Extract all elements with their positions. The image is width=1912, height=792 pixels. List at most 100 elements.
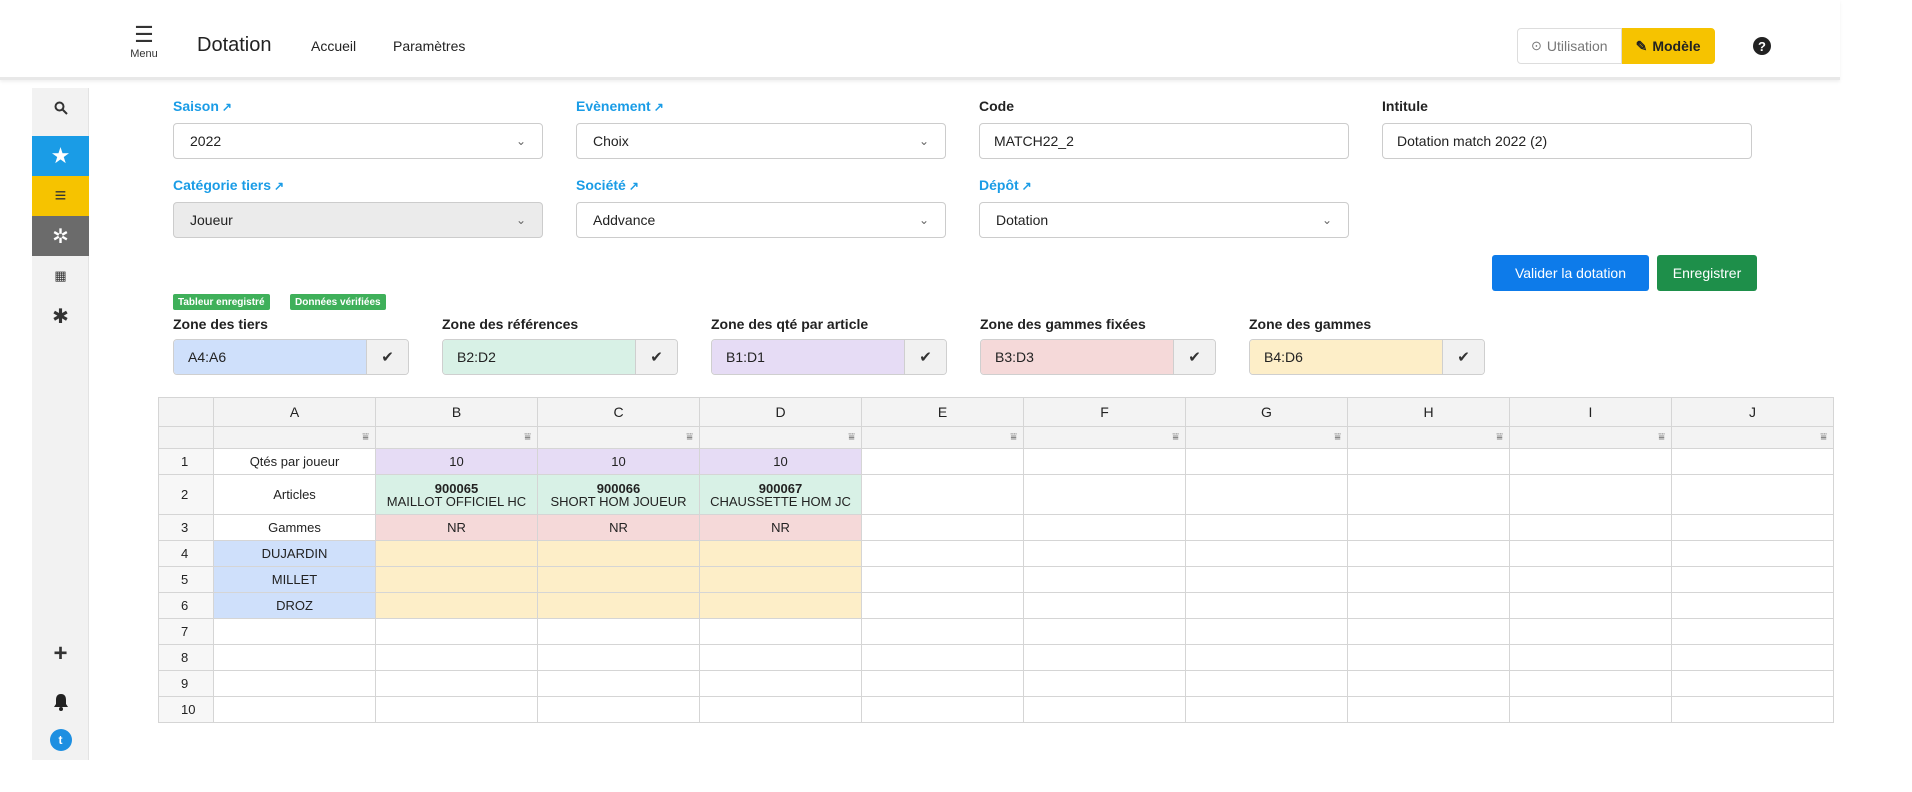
cell[interactable] <box>1671 618 1834 645</box>
cell[interactable] <box>1671 540 1834 567</box>
cell[interactable] <box>1671 474 1834 515</box>
row-number[interactable]: 8 <box>158 644 214 671</box>
cell[interactable] <box>1347 514 1510 541</box>
cell[interactable] <box>1509 566 1672 593</box>
cell-a4[interactable]: DUJARDIN <box>213 540 376 567</box>
validate-dotation-button[interactable]: Valider la dotation <box>1492 255 1649 291</box>
cell[interactable] <box>1671 696 1834 723</box>
cell[interactable] <box>213 618 376 645</box>
cell[interactable] <box>1509 618 1672 645</box>
cell[interactable] <box>1185 696 1348 723</box>
column-header[interactable]: F <box>1023 397 1186 427</box>
cell[interactable] <box>1023 696 1186 723</box>
bell-icon[interactable] <box>32 682 89 722</box>
code-input[interactable]: MATCH22_2 <box>979 123 1349 159</box>
cell[interactable] <box>861 696 1024 723</box>
saison-select[interactable]: 2022 ⌄ <box>173 123 543 159</box>
cell-c6[interactable] <box>537 592 700 619</box>
cell[interactable] <box>537 696 700 723</box>
cell[interactable] <box>1023 514 1186 541</box>
nav-link-parametres[interactable]: Paramètres <box>393 38 465 54</box>
help-icon[interactable]: ? <box>1753 37 1771 55</box>
cell[interactable] <box>1671 670 1834 697</box>
intitule-input[interactable]: Dotation match 2022 (2) <box>1382 123 1752 159</box>
cell-a6[interactable]: DROZ <box>213 592 376 619</box>
cell[interactable] <box>375 670 538 697</box>
cell-c2[interactable]: 900066 SHORT HOM JOUEUR <box>537 474 700 515</box>
cell[interactable] <box>1671 644 1834 671</box>
filter-icon[interactable]: ⩸ <box>1347 426 1510 449</box>
row-number[interactable]: 4 <box>158 540 214 567</box>
societe-select[interactable]: Addvance ⌄ <box>576 202 946 238</box>
cell-a3[interactable]: Gammes <box>213 514 376 541</box>
cell[interactable] <box>1185 514 1348 541</box>
cell[interactable] <box>1509 448 1672 475</box>
zone-references-value[interactable]: B2:D2 <box>443 340 635 374</box>
zone-gammes-field[interactable]: B4:D6 ✔ <box>1249 339 1485 375</box>
cell[interactable] <box>1509 670 1672 697</box>
check-icon[interactable]: ✔ <box>635 340 677 374</box>
cell-d5[interactable] <box>699 566 862 593</box>
column-header[interactable]: A <box>213 397 376 427</box>
check-icon[interactable]: ✔ <box>1173 340 1215 374</box>
asterisk-icon[interactable]: ✱ <box>32 296 89 336</box>
column-header[interactable]: I <box>1509 397 1672 427</box>
check-icon[interactable]: ✔ <box>1442 340 1484 374</box>
cell[interactable] <box>861 670 1024 697</box>
filter-icon[interactable]: ⩸ <box>1185 426 1348 449</box>
cell-d6[interactable] <box>699 592 862 619</box>
cell-d3[interactable]: NR <box>699 514 862 541</box>
row-number[interactable]: 2 <box>158 474 214 515</box>
cell[interactable] <box>861 474 1024 515</box>
cell-d4[interactable] <box>699 540 862 567</box>
zone-qte-field[interactable]: B1:D1 ✔ <box>711 339 947 375</box>
cell-c3[interactable]: NR <box>537 514 700 541</box>
nav-link-accueil[interactable]: Accueil <box>311 38 356 54</box>
save-button[interactable]: Enregistrer <box>1657 255 1757 291</box>
evenement-select[interactable]: Choix ⌄ <box>576 123 946 159</box>
column-header[interactable]: E <box>861 397 1024 427</box>
cell-c4[interactable] <box>537 540 700 567</box>
cell[interactable] <box>861 566 1024 593</box>
cell[interactable] <box>1185 540 1348 567</box>
cell[interactable] <box>699 618 862 645</box>
cell[interactable] <box>861 540 1024 567</box>
cell[interactable] <box>1185 592 1348 619</box>
cell-b5[interactable] <box>375 566 538 593</box>
check-icon[interactable]: ✔ <box>366 340 408 374</box>
cell[interactable] <box>1509 696 1672 723</box>
cell[interactable] <box>537 644 700 671</box>
filter-icon[interactable]: ⩸ <box>861 426 1024 449</box>
cell[interactable] <box>1347 592 1510 619</box>
gear-icon[interactable]: ✲ <box>32 216 89 256</box>
cell-d2[interactable]: 900067 CHAUSSETTE HOM JC <box>699 474 862 515</box>
cell[interactable] <box>861 618 1024 645</box>
cell[interactable] <box>1509 540 1672 567</box>
cell[interactable] <box>213 670 376 697</box>
column-header[interactable]: G <box>1185 397 1348 427</box>
cell[interactable] <box>1023 448 1186 475</box>
cell[interactable] <box>1347 696 1510 723</box>
cell[interactable] <box>1023 618 1186 645</box>
saison-label[interactable]: Saison ↗ <box>173 98 232 114</box>
cell[interactable] <box>1185 474 1348 515</box>
zone-tiers-value[interactable]: A4:A6 <box>174 340 366 374</box>
zone-gammes-fixees-field[interactable]: B3:D3 ✔ <box>980 339 1216 375</box>
cell[interactable] <box>1347 644 1510 671</box>
cell[interactable] <box>375 644 538 671</box>
row-number[interactable]: 6 <box>158 592 214 619</box>
cell[interactable] <box>1347 540 1510 567</box>
cell[interactable] <box>537 618 700 645</box>
cell[interactable] <box>1347 618 1510 645</box>
cell[interactable] <box>1671 514 1834 541</box>
cell[interactable] <box>699 696 862 723</box>
cell[interactable] <box>1671 566 1834 593</box>
cell-a5[interactable]: MILLET <box>213 566 376 593</box>
check-icon[interactable]: ✔ <box>904 340 946 374</box>
row-number[interactable]: 9 <box>158 670 214 697</box>
categorie-label[interactable]: Catégorie tiers ↗ <box>173 177 284 193</box>
cell[interactable] <box>1185 644 1348 671</box>
zone-gammes-value[interactable]: B4:D6 <box>1250 340 1442 374</box>
categorie-select[interactable]: Joueur ⌄ <box>173 202 543 238</box>
column-header[interactable]: C <box>537 397 700 427</box>
